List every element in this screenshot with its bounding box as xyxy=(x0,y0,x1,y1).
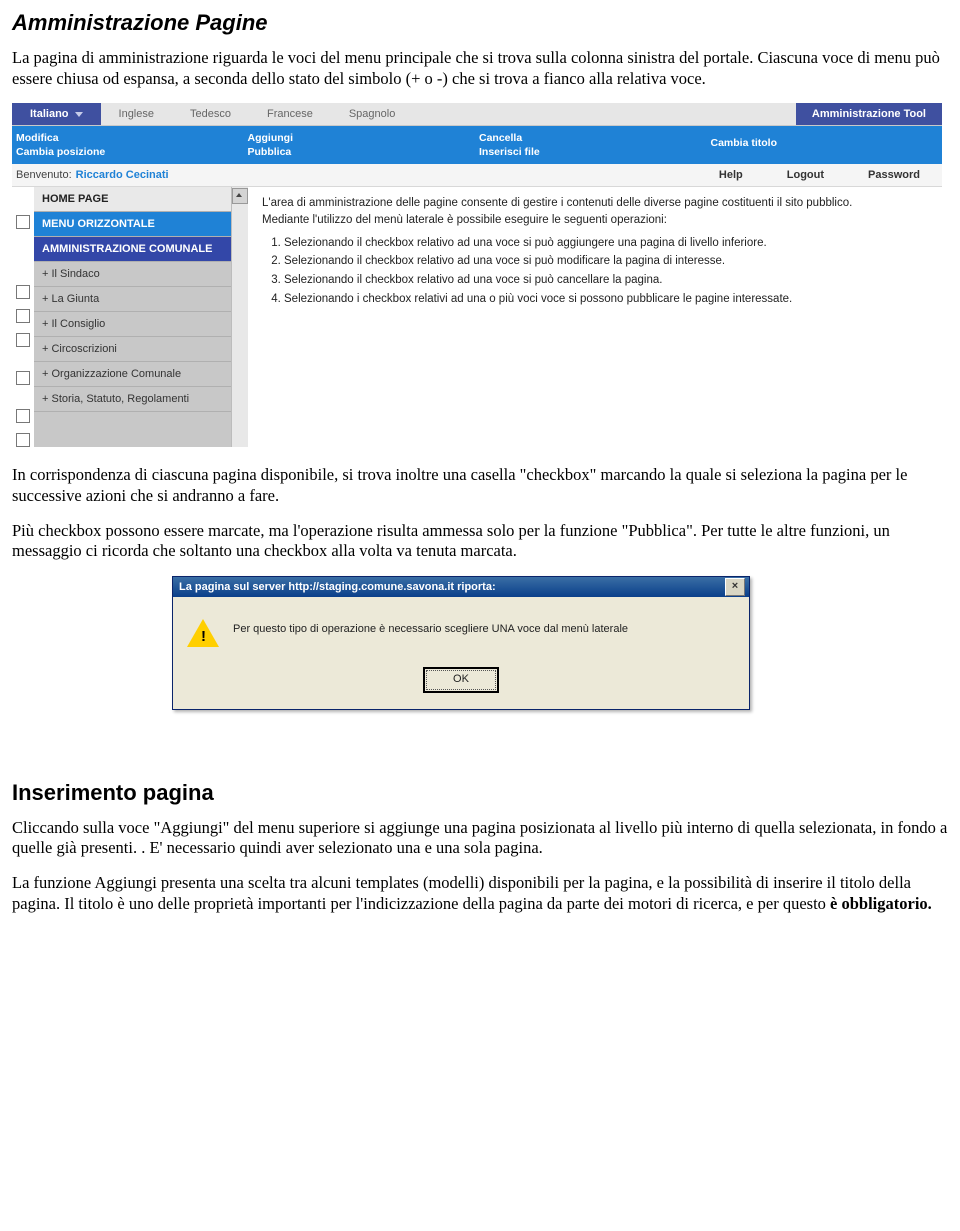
list-item: Selezionando il checkbox relativo ad una… xyxy=(284,235,932,252)
row-checkbox[interactable] xyxy=(16,433,30,447)
action-cancella[interactable]: Cancella xyxy=(479,133,711,144)
chevron-down-icon xyxy=(75,112,83,117)
welcome-bar: Benvenuto: Riccardo Cecinati Help Logout… xyxy=(12,164,942,187)
lang-tab-italiano[interactable]: Italiano xyxy=(12,103,101,125)
content-para: Mediante l'utilizzo del menù laterale è … xyxy=(262,212,932,229)
section-heading: Inserimento pagina xyxy=(12,780,948,806)
row-checkbox[interactable] xyxy=(16,309,30,323)
link-logout[interactable]: Logout xyxy=(765,169,846,181)
row-checkbox[interactable] xyxy=(16,215,30,229)
lang-tab[interactable]: Inglese xyxy=(101,103,172,125)
intro-para: La pagina di amministrazione riguarda le… xyxy=(12,48,948,89)
body-para: Cliccando sulla voce "Aggiungi" del menu… xyxy=(12,818,948,859)
welcome-label: Benvenuto: xyxy=(12,169,72,181)
sidebar-item-selected[interactable]: AMMINISTRAZIONE COMUNALE xyxy=(34,237,231,262)
sidebar-item[interactable]: + La Giunta xyxy=(34,287,231,312)
lang-tab[interactable]: Tedesco xyxy=(172,103,249,125)
page-heading: Amministrazione Pagine xyxy=(12,10,948,36)
link-password[interactable]: Password xyxy=(846,169,942,181)
action-modifica[interactable]: Modifica xyxy=(16,133,248,144)
admin-tool-tab[interactable]: Amministrazione Tool xyxy=(796,103,942,125)
dialog-message: Per questo tipo di operazione è necessar… xyxy=(233,617,735,635)
list-item: Selezionando il checkbox relativo ad una… xyxy=(284,253,932,270)
row-checkbox[interactable] xyxy=(16,371,30,385)
sidebar-item[interactable]: + Il Sindaco xyxy=(34,262,231,287)
warning-icon: ! xyxy=(187,617,219,649)
content-para: L'area di amministrazione delle pagine c… xyxy=(262,195,932,212)
list-item: Selezionando il checkbox relativo ad una… xyxy=(284,272,932,289)
action-pubblica[interactable]: Pubblica xyxy=(248,147,480,158)
action-cambia-titolo[interactable]: Cambia titolo xyxy=(711,138,943,149)
dialog-title-text: La pagina sul server http://staging.comu… xyxy=(179,577,496,597)
checkbox-column xyxy=(12,187,34,447)
row-checkbox[interactable] xyxy=(16,333,30,347)
sidebar-item[interactable]: + Storia, Statuto, Regolamenti xyxy=(34,387,231,412)
dialog-titlebar: La pagina sul server http://staging.comu… xyxy=(173,577,749,597)
language-tabs: Italiano Inglese Tedesco Francese Spagno… xyxy=(12,103,942,126)
list-item: Selezionando i checkbox relativi ad una … xyxy=(284,291,932,308)
alert-dialog: La pagina sul server http://staging.comu… xyxy=(172,576,750,710)
sidebar-item[interactable]: + Circoscrizioni xyxy=(34,337,231,362)
action-aggiungi[interactable]: Aggiungi xyxy=(248,133,480,144)
instruction-list: Selezionando il checkbox relativo ad una… xyxy=(284,235,932,308)
sidebar-item[interactable]: + Il Consiglio xyxy=(34,312,231,337)
sidebar-item[interactable]: HOME PAGE xyxy=(34,187,231,212)
sidebar-item[interactable]: + Organizzazione Comunale xyxy=(34,362,231,387)
ok-button[interactable]: OK xyxy=(423,667,499,693)
row-checkbox[interactable] xyxy=(16,285,30,299)
bold-text: è obbligatorio. xyxy=(830,894,932,913)
body-para: La funzione Aggiungi presenta una scelta… xyxy=(12,873,948,914)
body-para: Più checkbox possono essere marcate, ma … xyxy=(12,521,948,562)
welcome-username: Riccardo Cecinati xyxy=(76,169,169,181)
row-checkbox[interactable] xyxy=(16,409,30,423)
action-cambia-posizione[interactable]: Cambia posizione xyxy=(16,147,248,158)
content-area: L'area di amministrazione delle pagine c… xyxy=(248,187,942,447)
lang-tab[interactable]: Spagnolo xyxy=(331,103,414,125)
body-para: In corrispondenza di ciascuna pagina dis… xyxy=(12,465,948,506)
page-tree-sidebar: HOME PAGE MENU ORIZZONTALE AMMINISTRAZIO… xyxy=(34,187,231,447)
scroll-up-icon[interactable] xyxy=(232,188,248,204)
action-inserisci-file[interactable]: Inserisci file xyxy=(479,147,711,158)
admin-screenshot: Italiano Inglese Tedesco Francese Spagno… xyxy=(12,103,942,447)
action-bar: Modifica Cambia posizione Aggiungi Pubblic… xyxy=(12,126,942,164)
lang-tab[interactable]: Francese xyxy=(249,103,331,125)
sidebar-scrollbar[interactable] xyxy=(231,187,248,447)
link-help[interactable]: Help xyxy=(697,169,765,181)
sidebar-item[interactable]: MENU ORIZZONTALE xyxy=(34,212,231,237)
close-icon[interactable]: × xyxy=(725,578,745,596)
